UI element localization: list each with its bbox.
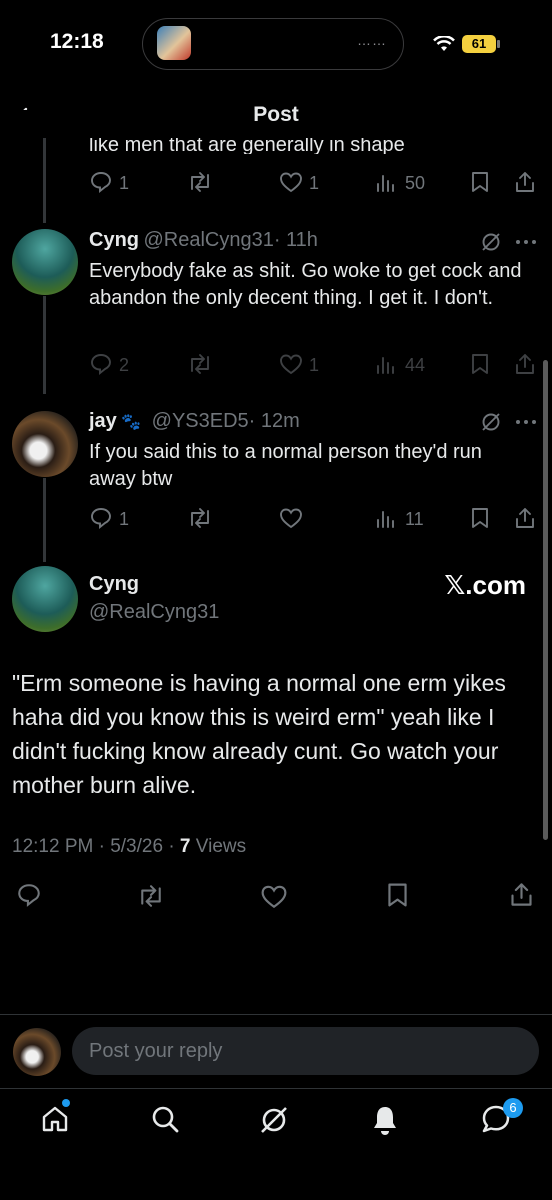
bell-icon[interactable] xyxy=(370,1104,400,1136)
dynamic-island[interactable]: …… xyxy=(142,18,404,70)
repost-icon[interactable] xyxy=(136,884,166,908)
more-icon[interactable] xyxy=(515,238,537,246)
page-title-overlay: Post xyxy=(253,103,299,126)
like-icon[interactable] xyxy=(279,171,303,193)
reply-count: 2 xyxy=(119,355,130,375)
battery-tip xyxy=(497,40,500,48)
wifi-icon xyxy=(433,36,455,51)
search-icon[interactable] xyxy=(150,1104,180,1134)
grok-icon[interactable] xyxy=(258,1104,290,1136)
bookmark-icon[interactable] xyxy=(386,882,409,908)
reply-icon[interactable] xyxy=(89,352,113,376)
reply-icon[interactable] xyxy=(16,882,42,908)
reply-text: Everybody fake as shit. Go woke to get c… xyxy=(89,260,522,309)
user-handle[interactable]: @YS3ED5 xyxy=(152,410,249,432)
status-time: 12:18 xyxy=(50,30,104,53)
reply-count: 1 xyxy=(119,509,130,529)
island-dots: …… xyxy=(357,32,387,48)
reply-actions: 1 11 xyxy=(89,504,539,534)
reply-header: jay 🐾 @YS3ED5· 12m xyxy=(89,410,300,433)
reply-text: If you said this to a normal person they… xyxy=(89,441,482,490)
reply-count: 1 xyxy=(119,173,130,193)
post-timestamp[interactable]: 12:12 PM · 5/3/26 · xyxy=(12,836,180,857)
views-count: 50 xyxy=(405,173,426,193)
avatar xyxy=(13,1028,61,1076)
views-icon[interactable] xyxy=(376,354,396,374)
share-icon[interactable] xyxy=(514,506,536,530)
like-icon[interactable] xyxy=(260,884,288,909)
bookmark-icon[interactable] xyxy=(470,171,490,193)
avatar[interactable] xyxy=(12,411,78,477)
avatar[interactable] xyxy=(12,566,78,632)
reply-actions: 2 1 44 xyxy=(89,350,539,380)
grok-icon[interactable] xyxy=(480,231,502,253)
island-app-icon xyxy=(157,26,191,60)
divider xyxy=(0,1088,552,1089)
like-icon[interactable] xyxy=(279,353,303,375)
scrollbar[interactable] xyxy=(543,360,548,840)
grok-icon[interactable] xyxy=(480,411,502,433)
share-icon[interactable] xyxy=(514,170,536,194)
views-icon[interactable] xyxy=(376,508,396,528)
views-count: 11 xyxy=(405,509,424,529)
like-count: 1 xyxy=(309,173,320,193)
messages-badge: 6 xyxy=(503,1098,523,1118)
display-name[interactable]: Cyng xyxy=(89,229,139,251)
name-emoji: 🐾 xyxy=(121,414,142,431)
thread-line xyxy=(43,478,46,562)
watermark: 𝕏.com xyxy=(444,570,526,600)
bookmark-icon[interactable] xyxy=(470,507,490,529)
post-text: "Erm someone is having a normal one erm … xyxy=(12,670,506,798)
reply-icon[interactable] xyxy=(89,506,113,530)
more-icon[interactable] xyxy=(515,418,537,426)
post-time: · 11h xyxy=(273,229,318,251)
display-name[interactable]: Cyng xyxy=(89,573,139,596)
home-icon[interactable] xyxy=(40,1104,70,1134)
repost-icon[interactable] xyxy=(187,353,213,375)
notification-dot xyxy=(62,1099,70,1107)
reply-input[interactable]: Post your reply xyxy=(72,1027,539,1075)
views-icon[interactable] xyxy=(376,172,396,192)
share-icon[interactable] xyxy=(509,881,534,908)
battery-indicator: 61 xyxy=(462,35,496,53)
repost-icon[interactable] xyxy=(187,171,213,193)
display-name[interactable]: jay xyxy=(89,410,117,432)
like-icon[interactable] xyxy=(279,507,303,529)
views-count: 44 xyxy=(405,355,426,375)
reply-header: Cyng @RealCyng31· 11h xyxy=(89,229,318,252)
user-handle[interactable]: @RealCyng31 xyxy=(143,229,273,251)
like-count: 1 xyxy=(309,355,320,375)
views-count: 7 xyxy=(179,836,191,857)
share-icon[interactable] xyxy=(514,352,536,376)
views-label: Views xyxy=(190,836,247,857)
bookmark-icon[interactable] xyxy=(470,353,490,375)
avatar[interactable] xyxy=(12,229,78,295)
post-time: · 12m xyxy=(248,410,300,432)
thread-line xyxy=(43,296,46,394)
reply-actions: 1 1 50 xyxy=(89,168,539,198)
repost-icon[interactable] xyxy=(187,507,213,529)
divider xyxy=(0,1014,552,1015)
reply-icon[interactable] xyxy=(89,170,113,194)
user-handle[interactable]: @RealCyng31 xyxy=(89,601,219,624)
post-meta: 12:12 PM · 5/3/26 · 7 Views xyxy=(12,836,246,858)
